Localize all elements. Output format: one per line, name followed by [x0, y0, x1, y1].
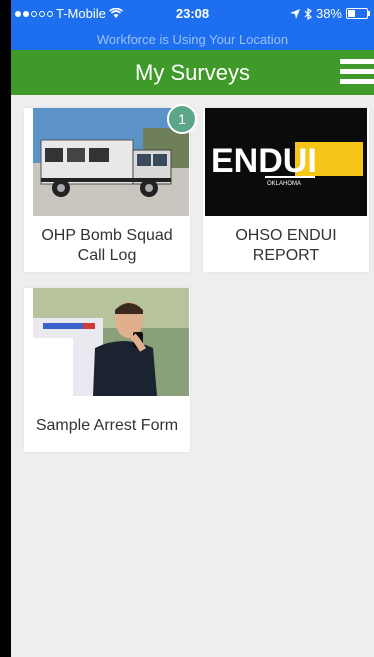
survey-title: OHP Bomb Squad Call Log: [41, 227, 173, 264]
hamburger-menu-icon[interactable]: [340, 59, 374, 85]
notification-count-badge: 1: [167, 104, 197, 134]
survey-title: OHSO ENDUI REPORT: [235, 227, 337, 264]
location-arrow-icon: [289, 8, 300, 19]
bluetooth-icon: [304, 7, 312, 20]
location-banner[interactable]: Workforce is Using Your Location: [11, 32, 374, 47]
endui-logo-subtext: OKLAHOMA: [267, 181, 301, 187]
page-title: My Surveys: [135, 60, 250, 85]
app-header: My Surveys: [11, 50, 374, 95]
battery-percent: 38%: [315, 6, 342, 21]
survey-card-arrest-form[interactable]: Sample Arrest Form: [24, 288, 190, 452]
police-officer-image: [33, 288, 189, 396]
status-bar: T-Mobile 23:08 38% Workforce is Using Yo…: [11, 0, 374, 50]
battery-icon: [346, 8, 370, 19]
endui-logo-text: ENDUI: [211, 142, 317, 180]
app-screen: T-Mobile 23:08 38% Workforce is Using Yo…: [11, 0, 374, 657]
survey-card-bomb-squad[interactable]: 1 OHP Bomb Squad Call Log: [24, 104, 197, 272]
survey-title: Sample Arrest Form: [35, 417, 179, 434]
bomb-squad-truck-image: [33, 108, 189, 216]
endui-logo-image: ENDUI OKLAHOMA: [205, 108, 367, 216]
survey-card-endui-report[interactable]: ENDUI OKLAHOMA OHSO ENDUI REPORT: [203, 108, 369, 272]
